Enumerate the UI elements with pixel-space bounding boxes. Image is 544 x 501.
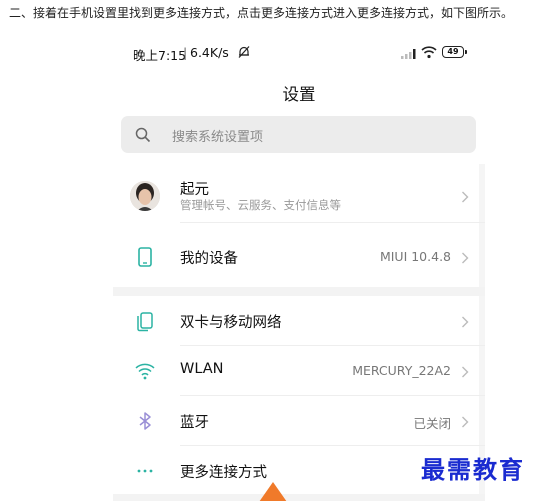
- wifi-status-icon: [421, 46, 437, 59]
- search-icon: [135, 127, 151, 143]
- wlan-value: MERCURY_22A2: [352, 363, 451, 378]
- chevron-right-icon: [462, 316, 469, 328]
- network-speed: 6.4K/s: [190, 45, 229, 60]
- status-bar: 晚上7:15 | 6.4K/s 49: [113, 36, 485, 70]
- chevron-right-icon: [462, 252, 469, 264]
- mute-bell-icon: [238, 46, 250, 58]
- wifi-icon: [135, 363, 155, 380]
- section-separator: [113, 287, 485, 296]
- bluetooth-value: 已关闭: [413, 416, 451, 431]
- more-connections-label: 更多连接方式: [180, 465, 267, 481]
- wlan-label: WLAN: [180, 361, 224, 377]
- status-time: 晚上7:15: [133, 48, 187, 63]
- account-subtitle: 管理帐号、云服务、支付信息等: [180, 198, 341, 212]
- bluetooth-icon: [139, 412, 151, 430]
- watermark-text: 最需教育: [421, 455, 525, 484]
- search-input[interactable]: 搜索系统设置项: [121, 116, 476, 153]
- chevron-right-icon: [462, 416, 469, 428]
- section-separator: [113, 494, 485, 501]
- my-device-row[interactable]: 我的设备 MIUI 10.4.8: [113, 233, 485, 283]
- status-separator: |: [183, 45, 188, 60]
- search-placeholder: 搜索系统设置项: [172, 130, 264, 145]
- dual-sim-row[interactable]: 双卡与移动网络: [113, 296, 485, 346]
- sim-card-icon: [137, 312, 153, 332]
- phone-device-icon: [138, 247, 152, 267]
- avatar-photo-icon: [130, 181, 160, 211]
- battery-icon: 49: [442, 46, 467, 58]
- my-device-value: MIUI 10.4.8: [379, 249, 451, 264]
- arrow-pointer-icon: [259, 482, 287, 501]
- more-dots-icon: [137, 469, 153, 473]
- my-device-label: 我的设备: [180, 251, 238, 267]
- phone-screen: 晚上7:15 | 6.4K/s 49 设置 搜索系统设置项 起元 管理帐号、云服…: [113, 36, 485, 501]
- page-title: 设置: [282, 85, 316, 104]
- account-name: 起元: [180, 182, 209, 198]
- signal-icon: [401, 49, 416, 59]
- dual-sim-label: 双卡与移动网络: [180, 315, 282, 331]
- divider: [180, 222, 485, 223]
- wlan-row[interactable]: WLAN MERCURY_22A2: [113, 346, 485, 396]
- chevron-right-icon: [462, 191, 469, 203]
- chevron-right-icon: [462, 366, 469, 378]
- avatar: [130, 181, 160, 211]
- bluetooth-label: 蓝牙: [180, 415, 209, 431]
- bluetooth-row[interactable]: 蓝牙 已关闭: [113, 396, 485, 446]
- instruction-text: 二、接着在手机设置里找到更多连接方式，点击更多连接方式进入更多连接方式，如下图所…: [9, 6, 514, 20]
